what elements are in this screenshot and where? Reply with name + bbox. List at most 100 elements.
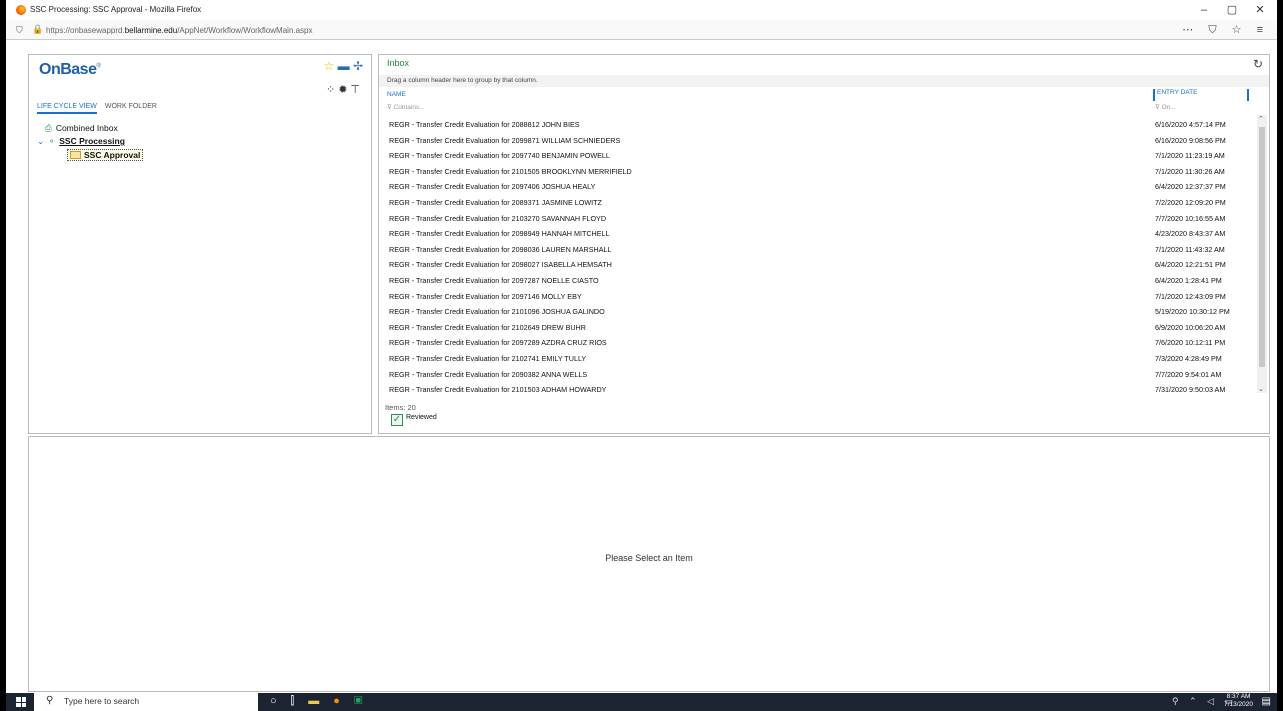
row-name: REGR - Transfer Credit Evaluation for 21… [389, 353, 587, 363]
inbox-row[interactable]: REGR - Transfer Credit Evaluation for 20… [379, 256, 1255, 272]
inbox-row[interactable]: REGR - Transfer Credit Evaluation for 20… [379, 366, 1255, 382]
gear-icon[interactable]: ✹ [338, 84, 350, 96]
row-entry-date: 7/2/2020 12:09:20 PM [1155, 197, 1226, 207]
name-filter-input[interactable]: ⊽ Contains... [387, 103, 425, 111]
inbox-row[interactable]: REGR - Transfer Credit Evaluation for 20… [379, 288, 1255, 304]
row-entry-date: 7/1/2020 11:43:32 AM [1155, 244, 1225, 254]
inbox-scrollbar[interactable]: ⌃ ⌄ [1257, 115, 1267, 393]
column-header-name[interactable]: NAME [387, 91, 406, 98]
close-button[interactable]: ✕ [1249, 3, 1271, 17]
row-entry-date: 6/16/2020 9:08:56 PM [1155, 135, 1226, 145]
pin-icon[interactable]: ✢ [353, 59, 363, 73]
scroll-up-icon[interactable]: ⌃ [1258, 115, 1264, 123]
inbox-row[interactable]: REGR - Transfer Credit Evaluation for 21… [379, 350, 1255, 366]
row-name: REGR - Transfer Credit Evaluation for 21… [389, 322, 586, 332]
tree-item-ssc-approval[interactable]: SSC Approval [67, 149, 144, 161]
inbox-row[interactable]: REGR - Transfer Credit Evaluation for 20… [379, 147, 1255, 163]
taskbar-search-input[interactable]: ⚲ Type here to search [34, 693, 258, 711]
user-settings-icon[interactable]: ⁘ [326, 84, 338, 96]
row-entry-date: 6/4/2020 12:21:51 PM [1155, 260, 1226, 270]
row-name: REGR - Transfer Credit Evaluation for 20… [389, 182, 596, 192]
row-name: REGR - Transfer Credit Evaluation for 20… [389, 135, 621, 145]
browser-toolbar-icons[interactable]: ⋯ ⛉ ☆ ≡ [1182, 23, 1269, 37]
inbox-row[interactable]: REGR - Transfer Credit Evaluation for 20… [379, 241, 1255, 257]
tab-work-folder[interactable]: WORK FOLDER [105, 103, 157, 110]
chevron-down-icon[interactable]: ⌄ [37, 136, 44, 147]
inbox-title: Inbox [387, 58, 410, 68]
row-entry-date: 7/6/2020 10:12:11 PM [1155, 338, 1226, 348]
checkmark-icon[interactable]: ✓ [391, 414, 403, 426]
inbox-row[interactable]: REGR - Transfer Credit Evaluation for 21… [379, 163, 1255, 179]
row-entry-date: 5/19/2020 10:30:12 PM [1155, 307, 1230, 317]
column-header-entry-date[interactable]: ENTRY DATE [1153, 89, 1249, 101]
url-text[interactable]: https://onbasewapprd.bellarmine.edu/AppN… [46, 26, 313, 35]
inbox-row[interactable]: REGR - Transfer Credit Evaluation for 20… [379, 272, 1255, 288]
task-view-icon[interactable]: ⫿ [291, 695, 309, 707]
row-entry-date: 7/7/2020 9:54:01 AM [1155, 369, 1222, 379]
clock[interactable]: 8:37 AM 7/13/2020 [1224, 693, 1253, 709]
workflow-tree-pane: OnBase® ☆ ▬ ✢ ⁘✹⊤ LIFE CYCLE VIEW WORK F… [28, 54, 372, 434]
onbase-logo: OnBase® [39, 61, 101, 78]
firefox-icon [16, 5, 26, 15]
inbox-row[interactable]: REGR - Transfer Credit Evaluation for 20… [379, 132, 1255, 148]
row-entry-date: 7/31/2020 9:50:03 AM [1155, 385, 1226, 392]
shield-icon[interactable]: ⛉ [16, 25, 23, 36]
cortana-icon[interactable]: ○ [270, 695, 291, 707]
date-filter-input[interactable]: ⊽ On... [1155, 103, 1176, 111]
row-entry-date: 6/16/2020 4:57:14 PM [1155, 120, 1226, 129]
notifications-icon[interactable]: ▤ [1262, 696, 1271, 707]
tree-item-combined-inbox[interactable]: ⎙ Combined Inbox [45, 123, 118, 134]
reviewed-toggle[interactable]: ✓ Reviewed [391, 414, 437, 426]
row-name: REGR - Transfer Credit Evaluation for 20… [389, 260, 612, 270]
row-entry-date: 7/7/2020 10:16:55 AM [1155, 213, 1226, 223]
row-name: REGR - Transfer Credit Evaluation for 20… [389, 338, 607, 348]
viewer-placeholder: Please Select an Item [605, 553, 693, 563]
scroll-down-icon[interactable]: ⌄ [1258, 385, 1264, 393]
row-entry-date: 7/3/2020 4:28:49 PM [1155, 353, 1222, 363]
row-entry-date: 4/23/2020 8:43:37 AM [1155, 229, 1226, 239]
windows-taskbar: ⚲ Type here to search ○⫿▬●▣ ⚲ ⌃ ◁ ▭ 8:37… [6, 693, 1277, 711]
inbox-row[interactable]: REGR - Transfer Credit Evaluation for 20… [379, 116, 1255, 132]
inbox-icon: ⎙ [45, 123, 52, 133]
inbox-row[interactable]: REGR - Transfer Credit Evaluation for 21… [379, 319, 1255, 335]
window-title: SSC Processing: SSC Approval - Mozilla F… [30, 5, 202, 14]
row-name: REGR - Transfer Credit Evaluation for 21… [389, 307, 605, 317]
pane-toolbar-bottom: ⁘✹⊤ [326, 83, 363, 96]
inbox-row[interactable]: REGR - Transfer Credit Evaluation for 21… [379, 303, 1255, 319]
inbox-row[interactable]: REGR - Transfer Credit Evaluation for 20… [379, 334, 1255, 350]
tab-lifecycle-view[interactable]: LIFE CYCLE VIEW [37, 103, 97, 114]
row-entry-date: 6/9/2020 10:06:20 AM [1155, 322, 1226, 332]
excel-icon[interactable]: ▣ [354, 695, 377, 707]
row-entry-date: 7/1/2020 11:30:26 AM [1155, 166, 1225, 176]
row-name: REGR - Transfer Credit Evaluation for 20… [389, 275, 599, 285]
refresh-icon[interactable]: ↻ [1253, 57, 1263, 71]
row-entry-date: 7/1/2020 11:23:19 AM [1155, 151, 1225, 161]
row-name: REGR - Transfer Credit Evaluation for 21… [389, 213, 607, 223]
row-name: REGR - Transfer Credit Evaluation for 20… [389, 244, 612, 254]
pane-toolbar-top: ☆ ▬ ✢ [323, 59, 363, 73]
minimize-button[interactable]: – [1193, 3, 1215, 17]
maximize-button[interactable]: ▢ [1221, 3, 1243, 17]
windows-start-icon[interactable] [16, 697, 26, 707]
file-explorer-icon[interactable]: ▬ [308, 695, 333, 707]
firefox-taskbar-icon[interactable]: ● [333, 695, 354, 707]
row-name: REGR - Transfer Credit Evaluation for 20… [389, 120, 580, 129]
inbox-row[interactable]: REGR - Transfer Credit Evaluation for 21… [379, 210, 1255, 226]
inbox-row[interactable]: REGR - Transfer Credit Evaluation for 20… [379, 178, 1255, 194]
item-count: Items: 20 [385, 403, 416, 412]
filter-icon[interactable]: ⊤ [350, 84, 363, 96]
scroll-thumb[interactable] [1259, 127, 1265, 367]
inbox-row[interactable]: REGR - Transfer Credit Evaluation for 21… [379, 381, 1255, 392]
inbox-row[interactable]: REGR - Transfer Credit Evaluation for 20… [379, 194, 1255, 210]
group-by-hint[interactable]: Drag a column header here to group by th… [379, 75, 1269, 87]
lock-icon[interactable]: 🔒 [32, 24, 43, 35]
view-tabs: LIFE CYCLE VIEW WORK FOLDER [37, 103, 163, 114]
address-bar[interactable]: ⛉ 🔒 https://onbasewapprd.bellarmine.edu/… [6, 20, 1277, 40]
tree-item-ssc-processing[interactable]: ⌄ ⚬ SSC Processing [37, 136, 125, 147]
lifecycle-icon: ⚬ [48, 136, 56, 146]
layout-icon[interactable]: ▬ [338, 59, 350, 73]
inbox-row[interactable]: REGR - Transfer Credit Evaluation for 20… [379, 225, 1255, 241]
row-name: REGR - Transfer Credit Evaluation for 20… [389, 197, 602, 207]
search-icon: ⚲ [46, 695, 54, 706]
favorites-star-icon[interactable]: ☆ [323, 59, 334, 73]
